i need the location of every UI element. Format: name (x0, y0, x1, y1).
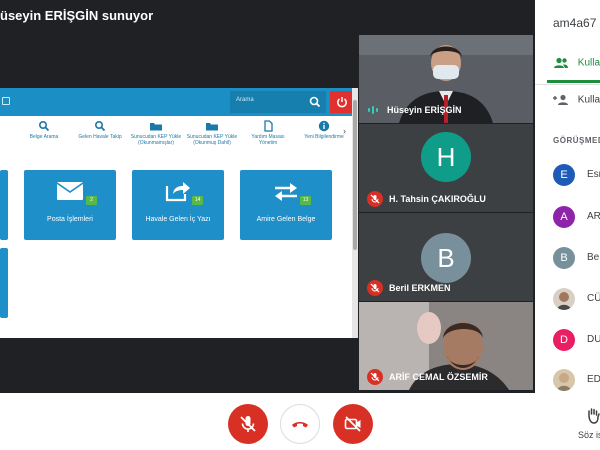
participant-list-avatar: B (553, 247, 575, 269)
camera-off-icon (344, 416, 361, 432)
person-add-icon (553, 94, 568, 105)
toolbar-label: Belge Arama (29, 134, 59, 140)
app-search-placeholder: Arama (236, 97, 254, 103)
toolbar-kep-okunmamis[interactable]: Sunucudan KEP Yükle (Okunmamışlar) (130, 120, 182, 146)
magnifier-icon (94, 120, 106, 132)
toolbar-label: Sunucudan KEP Yükle (Okunmamışlar) (130, 134, 182, 146)
add-people-label: Kullan (577, 94, 600, 106)
muted-indicator (367, 191, 383, 207)
app-search-box[interactable]: Arama (230, 91, 326, 113)
leave-call-button[interactable] (280, 404, 320, 444)
participant-avatar: B (421, 233, 471, 283)
toolbar-belge-arama[interactable]: Belge Arama (18, 120, 70, 140)
participant-list-name: AR (587, 211, 600, 222)
camera-toggle-button[interactable] (333, 404, 373, 444)
scrollbar-thumb[interactable] (353, 100, 357, 250)
home-icon[interactable] (2, 97, 10, 105)
participant-name: Hüseyin ERİŞGİN (387, 105, 462, 115)
magnifier-icon (38, 120, 50, 132)
folder-icon (150, 123, 162, 131)
section-title: GÖRÜŞMED (553, 136, 600, 145)
toolbar-label: Sunucudan KEP Yükle (Okunmuş Dahil) (186, 134, 238, 146)
participant-list-item[interactable]: D DU (553, 329, 600, 353)
participant-list-item[interactable]: B Be (553, 247, 600, 271)
participant-list-name: Be (587, 252, 600, 263)
tile-partial-left[interactable] (0, 170, 8, 240)
shared-screen: Arama er Belge Arama Gelen Havale Takip … (0, 88, 358, 338)
muted-indicator (367, 369, 383, 385)
tile-label: Posta İşlemleri (47, 216, 93, 223)
chevron-right-icon[interactable]: › (343, 126, 346, 136)
tile-badge: 13 (300, 196, 311, 205)
toolbar-gelen-havale[interactable]: Gelen Havale Takip (74, 120, 126, 140)
participant-tile-beril[interactable]: B Beril ERKMEN (359, 213, 533, 301)
participant-list-item[interactable]: A AR (553, 206, 600, 230)
muted-indicator (367, 280, 383, 296)
tile-havale-gelen-ic-yazi[interactable]: 14 Havale Gelen İç Yazı (132, 170, 224, 240)
people-sidebar: am4a67 Kullan Kullan GÖRÜŞMED E Esr A AR… (535, 0, 600, 393)
tile-amire-gelen-belge[interactable]: 13 Amire Gelen Belge (240, 170, 332, 240)
participant-name: ARİF CEMAL ÖZSEMİR (389, 372, 488, 382)
shared-screen-scrollbar[interactable] (352, 88, 358, 338)
add-people-button[interactable]: Kullan (553, 94, 600, 106)
presenter-title: üseyin ERİŞGİN sunuyor (0, 8, 154, 23)
tab-people[interactable]: Kullan (553, 57, 600, 69)
app-topbar: Arama (0, 88, 358, 116)
participant-name: H. Tahsin ÇAKIROĞLU (389, 194, 486, 204)
participant-list-name: ED (587, 374, 600, 385)
mic-off-icon (370, 283, 380, 293)
participant-list-name: CÜ (587, 293, 600, 304)
toolbar-label: Yardım Masası Yönetim (251, 134, 285, 146)
tile-posta-islemleri[interactable]: 2 Posta İşlemleri (24, 170, 116, 240)
envelope-icon (57, 182, 83, 200)
participant-tile-tahsin[interactable]: H H. Tahsin ÇAKIROĞLU (359, 124, 533, 212)
tile-badge: 14 (192, 196, 203, 205)
mic-off-icon (370, 194, 380, 204)
participant-list-name: Esr (587, 169, 600, 180)
participant-list-avatar (553, 369, 575, 391)
tab-people-label: Kullan (577, 57, 600, 69)
participant-list-avatar: A (553, 206, 575, 228)
power-icon (337, 97, 347, 108)
mic-off-icon (240, 416, 256, 432)
tile-partial-left-lower[interactable] (0, 248, 8, 318)
info-icon (318, 120, 330, 132)
swap-arrows-icon (275, 183, 297, 201)
hang-up-icon (292, 422, 308, 428)
participant-tile-arif[interactable]: ARİF CEMAL ÖZSEMİR (359, 302, 533, 390)
toolbar-kep-okunmus[interactable]: Sunucudan KEP Yükle (Okunmuş Dahil) (186, 120, 238, 146)
toolbar-yardim-masasi[interactable]: Yardım Masası Yönetim (242, 120, 294, 146)
document-icon (264, 120, 273, 132)
people-icon (554, 57, 568, 68)
participant-list-item[interactable]: CÜ (553, 288, 600, 312)
tile-badge: 2 (86, 196, 97, 205)
participant-tile-huseyin[interactable]: Hüseyin ERİŞGİN (359, 35, 533, 123)
search-icon[interactable] (308, 95, 322, 109)
participant-list-item[interactable]: ED (553, 369, 600, 393)
raise-hand-icon[interactable] (586, 407, 600, 425)
tile-label: Havale Gelen İç Yazı (145, 216, 211, 223)
speaking-indicator-icon (368, 106, 378, 114)
meeting-code: am4a67 (553, 16, 597, 30)
active-tab-indicator (547, 80, 600, 83)
participant-list-avatar: D (553, 329, 575, 351)
participant-list-name: DU (587, 334, 600, 345)
tile-label: Amire Gelen Belge (256, 216, 316, 223)
participant-list-item[interactable]: E Esr (553, 164, 600, 188)
microphone-toggle-button[interactable] (228, 404, 268, 444)
raise-hand-label: Söz is (578, 430, 600, 440)
participant-avatar: H (421, 132, 471, 182)
toolbar-label: Gelen Havale Takip (78, 134, 122, 140)
participant-name: Beril ERKMEN (389, 283, 451, 293)
share-icon (165, 182, 190, 202)
participant-list-avatar: E (553, 164, 575, 186)
participant-list-avatar (553, 288, 575, 310)
folder-icon (206, 123, 218, 131)
sidebar-divider (535, 84, 600, 85)
power-button[interactable] (330, 91, 354, 113)
mic-off-icon (370, 372, 380, 382)
